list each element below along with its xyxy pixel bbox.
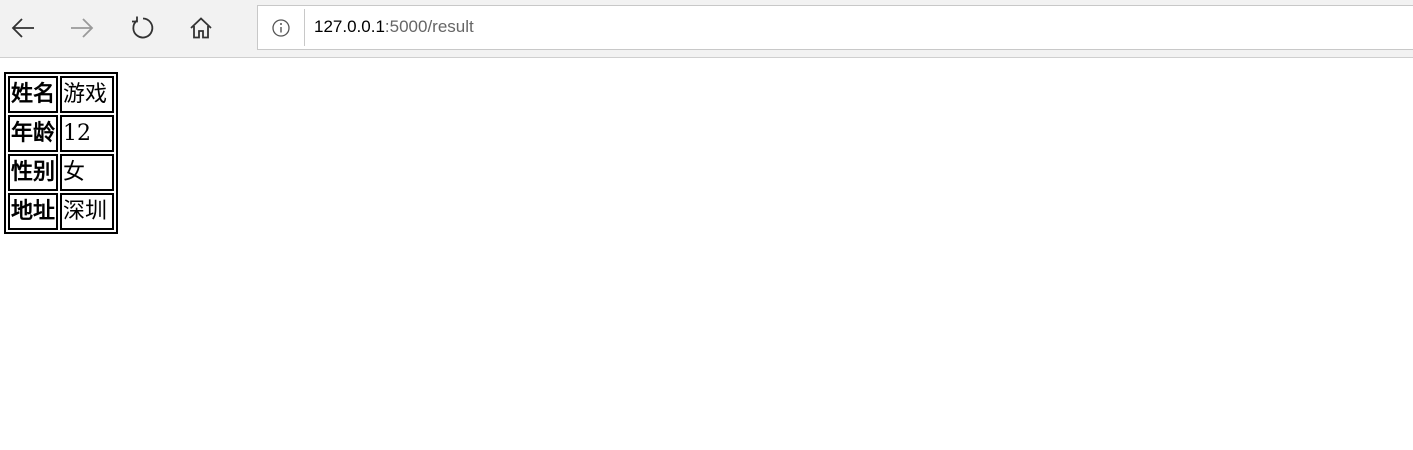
row-value: 游戏 bbox=[60, 76, 115, 113]
row-label: 性别 bbox=[8, 154, 59, 191]
table-row: 姓名 游戏 bbox=[8, 76, 115, 113]
forward-button[interactable] bbox=[63, 9, 101, 47]
url-path: :5000/result bbox=[384, 17, 474, 36]
row-label: 地址 bbox=[8, 193, 59, 230]
refresh-icon bbox=[132, 16, 154, 39]
row-value: 女 bbox=[60, 154, 115, 191]
row-label: 姓名 bbox=[8, 76, 59, 113]
table-row: 年龄 12 bbox=[8, 115, 115, 152]
browser-toolbar: 127.0.0.1:5000/result bbox=[0, 0, 1413, 58]
back-button[interactable] bbox=[4, 9, 42, 47]
home-button[interactable] bbox=[182, 9, 220, 47]
site-info-button[interactable] bbox=[258, 6, 304, 49]
row-value: 12 bbox=[60, 115, 115, 152]
info-icon bbox=[272, 18, 290, 37]
address-divider bbox=[304, 9, 305, 46]
row-value: 深圳 bbox=[60, 193, 115, 230]
table-row: 地址 深圳 bbox=[8, 193, 115, 230]
row-label: 年龄 bbox=[8, 115, 59, 152]
home-icon bbox=[190, 17, 212, 39]
url-host: 127.0.0.1 bbox=[314, 17, 385, 36]
table-row: 性别 女 bbox=[8, 154, 115, 191]
forward-arrow-icon bbox=[71, 18, 94, 38]
page-content: 姓名 游戏 年龄 12 性别 女 地址 深圳 bbox=[4, 72, 119, 234]
address-bar[interactable]: 127.0.0.1:5000/result bbox=[257, 5, 1413, 50]
back-arrow-icon bbox=[11, 18, 34, 38]
refresh-button[interactable] bbox=[123, 9, 161, 47]
result-table: 姓名 游戏 年龄 12 性别 女 地址 深圳 bbox=[4, 72, 119, 234]
url-text[interactable]: 127.0.0.1:5000/result bbox=[314, 6, 474, 49]
